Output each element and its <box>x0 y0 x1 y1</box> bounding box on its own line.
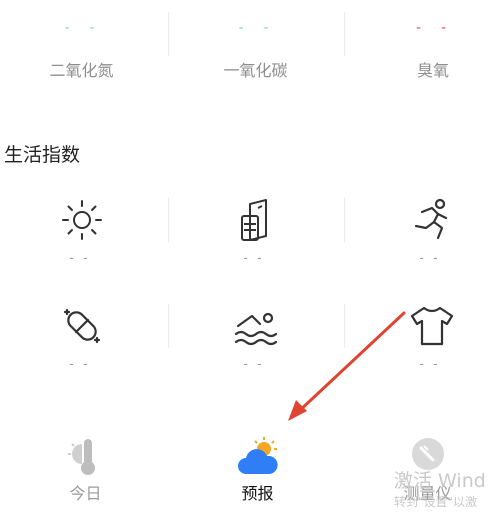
running-icon <box>414 198 447 240</box>
sun-icon <box>61 200 102 240</box>
index-item-cold[interactable]: -- <box>0 302 163 402</box>
index-value: -- <box>67 357 96 372</box>
aq-item-o3: - - 臭氧 <box>350 0 489 92</box>
aq-name: 臭氧 <box>416 61 449 80</box>
divider <box>344 12 345 56</box>
activation-watermark-sub: 转到"设置"以激 <box>394 495 478 509</box>
divider <box>168 198 169 242</box>
nav-label: 预报 <box>241 484 274 503</box>
index-value: -- <box>417 251 446 266</box>
car-wash-icon <box>240 199 267 241</box>
aq-value: - - <box>236 20 275 36</box>
section-title: 生活指数 <box>4 144 81 166</box>
divider <box>344 198 345 242</box>
divider <box>168 12 169 56</box>
aq-name: 一氧化碳 <box>223 61 288 80</box>
aq-value: - - <box>414 20 452 36</box>
thermometer-icon <box>67 439 95 475</box>
divider <box>344 304 345 348</box>
index-item-dressing[interactable]: -- <box>350 302 489 402</box>
aq-name: 二氧化氮 <box>49 61 114 80</box>
index-item-uv[interactable]: -- <box>0 196 163 296</box>
index-value: -- <box>417 357 446 372</box>
index-item-carwash[interactable]: -- <box>174 196 337 296</box>
tshirt-icon <box>410 306 453 346</box>
aq-item-co: - - 一氧化碳 <box>174 0 337 92</box>
aq-value: - - <box>62 20 101 36</box>
pill-icon <box>63 308 100 344</box>
index-value: -- <box>67 251 96 266</box>
index-value: -- <box>241 357 270 372</box>
nav-label: 今日 <box>69 484 102 503</box>
nav-tab-today[interactable]: 今日 <box>4 432 167 512</box>
index-item-sport[interactable]: -- <box>350 196 489 296</box>
activation-watermark: 激活 Wind <box>394 470 486 492</box>
index-item-swim[interactable]: -- <box>174 302 337 402</box>
divider <box>168 304 169 348</box>
aq-item-no2: - - 二氧化氮 <box>0 0 163 92</box>
cloud-sun-icon <box>237 437 278 474</box>
nav-tab-forecast[interactable]: 预报 <box>176 432 339 512</box>
index-value: -- <box>241 251 270 266</box>
swimming-icon <box>234 312 277 346</box>
